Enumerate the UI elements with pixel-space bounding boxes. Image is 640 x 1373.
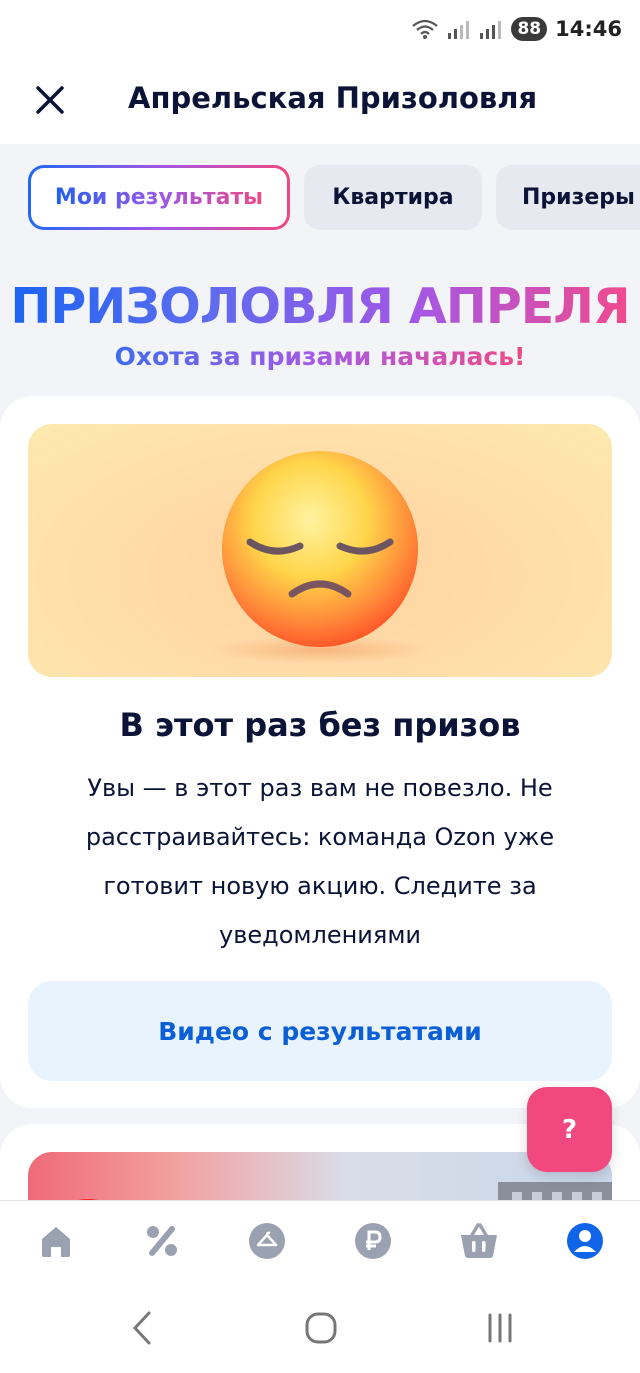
sad-face-illustration <box>28 424 612 677</box>
battery-badge: 88 <box>511 17 548 41</box>
sad-face-icon <box>210 451 430 664</box>
ruble-icon <box>355 1223 391 1259</box>
tab-label: Квартира <box>332 185 454 210</box>
basket-icon <box>461 1223 497 1258</box>
promo-title: ПРИЗОЛОВЛЯ АПРЕЛЯ <box>10 278 630 335</box>
help-button[interactable]: ? <box>527 1087 612 1172</box>
nav-finance[interactable] <box>349 1217 397 1265</box>
result-description: Увы — в этот раз вам не повезло. Не расс… <box>85 774 555 949</box>
tab-winners[interactable]: Призеры <box>496 165 640 230</box>
system-home-button[interactable] <box>301 1308 341 1348</box>
tab-label: Мои результаты <box>54 185 264 210</box>
signal-icon <box>480 21 502 39</box>
results-video-button[interactable]: Видео с результатами <box>28 981 612 1081</box>
system-back-button[interactable] <box>122 1308 162 1348</box>
signal-icon <box>448 21 470 39</box>
close-button[interactable] <box>28 78 72 122</box>
nav-profile[interactable] <box>561 1217 609 1265</box>
profile-icon <box>567 1223 603 1259</box>
app-header: Апрельская Призоловля <box>0 58 640 144</box>
result-card: В этот раз без призов Увы — в этот раз в… <box>0 396 640 1108</box>
status-bar: 88 14:46 <box>0 0 640 58</box>
tab-bar: Мои результаты Квартира Призеры <box>28 165 640 230</box>
status-icons: 88 14:46 <box>411 14 622 44</box>
wifi-icon <box>412 19 439 39</box>
system-nav <box>0 1280 640 1373</box>
nav-cart[interactable] <box>455 1217 503 1265</box>
nav-discounts[interactable] <box>138 1217 186 1265</box>
tab-my-results[interactable]: Мои результаты <box>28 165 290 230</box>
bottom-nav <box>0 1200 640 1280</box>
chevron-left-icon <box>132 1311 151 1345</box>
home-icon <box>42 1227 70 1257</box>
tab-label: Призеры <box>522 185 635 210</box>
percent-icon <box>147 1226 177 1256</box>
home-circle-icon <box>305 1312 337 1344</box>
nav-fashion[interactable] <box>243 1217 291 1265</box>
nav-home[interactable] <box>32 1217 80 1265</box>
tab-apartment[interactable]: Квартира <box>304 165 482 230</box>
clock: 14:46 <box>555 17 622 41</box>
promo-subtitle: Охота за призами началась! <box>114 342 526 371</box>
page-title: Апрельская Призоловля <box>128 81 538 115</box>
hanger-icon <box>249 1223 285 1259</box>
result-title: В этот раз без призов <box>119 706 521 744</box>
system-recents-button[interactable] <box>480 1308 520 1348</box>
recents-icon <box>488 1313 512 1343</box>
close-icon <box>36 86 64 114</box>
